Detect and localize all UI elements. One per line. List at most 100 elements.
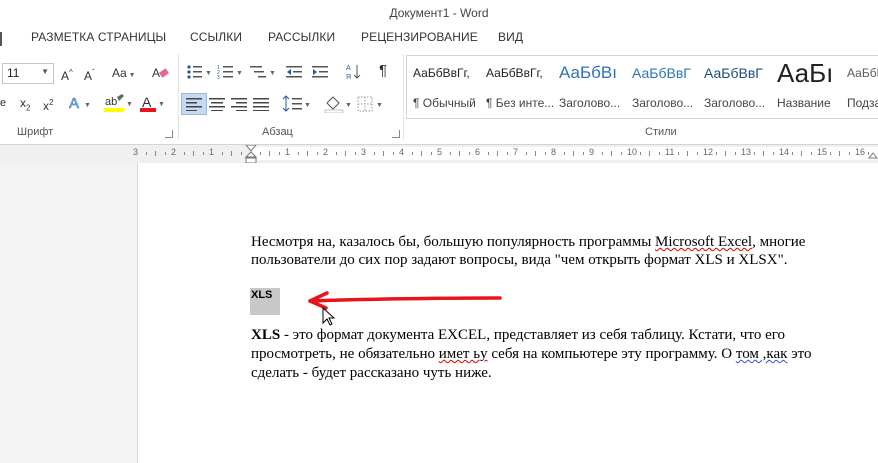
ruler-tick <box>316 152 318 155</box>
ruler-tick <box>335 152 337 155</box>
tab-home-edge[interactable] <box>0 32 5 46</box>
styles-gallery: АаБбВвГг, ¶ Обычный АаБбВвГг, ¶ Без инте… <box>406 55 878 119</box>
align-left-button[interactable] <box>181 93 207 115</box>
font-dialog-launcher-icon[interactable] <box>165 130 173 138</box>
right-indent-marker-icon[interactable] <box>868 151 878 159</box>
heading-text: XLS <box>251 289 273 301</box>
style-preview: АаБбВвГ <box>704 65 763 81</box>
ruler-number: 5 <box>437 147 443 157</box>
ruler-tick <box>259 152 261 155</box>
ruler-tick <box>582 152 584 155</box>
subscript-button[interactable]: x2 <box>20 95 30 116</box>
ruler-tick <box>269 151 270 156</box>
strike-fragment-icon[interactable]: e <box>0 95 6 111</box>
multilevel-list-button[interactable]: ▼ <box>250 64 278 84</box>
paragraph-dialog-launcher-icon[interactable] <box>392 130 400 138</box>
bullets-button[interactable]: ▼ <box>186 64 214 84</box>
paragraph-2-line-3[interactable]: сделать - будет рассказано чуть ниже. <box>251 364 492 382</box>
ruler-tick <box>734 152 736 155</box>
justify-button[interactable] <box>252 97 270 115</box>
ruler-tick <box>829 152 831 155</box>
ruler-number: 3 <box>361 147 367 157</box>
text-run: - это формат документа EXCEL, представля… <box>280 327 786 343</box>
ruler-tick <box>468 152 470 155</box>
horizontal-ruler[interactable]: 3 2 1 1 2 3 4 5 6 7 8 9 10 11 12 13 14 15 16 <box>0 145 878 165</box>
styles-group-label: Стили <box>645 126 677 138</box>
tab-page-layout[interactable]: РАЗМЕТКА СТРАНИЦЫ <box>31 30 166 44</box>
ruler-tick <box>525 152 527 155</box>
borders-button[interactable]: ▼ <box>357 95 387 117</box>
shrink-font-button[interactable]: Aˇ <box>84 65 95 84</box>
superscript-button[interactable]: x2 <box>43 95 53 114</box>
font-color-button[interactable]: A ▼ <box>140 94 166 116</box>
tab-mailings[interactable]: РАССЫЛКИ <box>268 30 335 44</box>
align-right-icon <box>231 98 247 112</box>
style-title[interactable]: АаБı Название <box>777 56 845 116</box>
ruler-tick <box>231 151 232 156</box>
style-heading-1[interactable]: АаБбВı Заголово... <box>559 56 629 116</box>
document-page[interactable] <box>138 163 878 463</box>
increase-indent-icon <box>312 66 328 78</box>
ruler-tick <box>193 151 194 156</box>
grow-font-button[interactable]: A^ <box>61 65 73 84</box>
paragraph-1-line-1[interactable]: Несмотря на, казалось бы, большую популя… <box>251 233 805 251</box>
font-size-combobox[interactable]: 11 ▼ <box>2 63 54 84</box>
ruler-number: 6 <box>475 147 481 157</box>
highlight-color-button[interactable]: ab ▼ <box>104 94 134 116</box>
ruler-tick <box>383 151 384 156</box>
ruler-tick <box>487 152 489 155</box>
style-heading-2[interactable]: АаБбВвГ Заголово... <box>632 56 702 116</box>
paragraph-1-line-2[interactable]: пользователи до сих пор задают вопросы, … <box>251 251 787 269</box>
style-preview: АаБбВвГ <box>847 66 878 80</box>
paragraph-group-label: Абзац <box>262 126 293 138</box>
svg-text:▼: ▼ <box>126 101 133 108</box>
style-subtitle[interactable]: АаБбВвГ Подза <box>847 56 878 116</box>
clear-formatting-button[interactable]: A <box>151 64 171 84</box>
group-separator <box>403 54 404 140</box>
sort-button[interactable]: АЯ <box>346 63 362 85</box>
ruler-number: 1 <box>209 147 215 157</box>
ruler-number: 16 <box>855 147 866 157</box>
svg-text:▼: ▼ <box>345 102 352 109</box>
text-effects-icon: A ▼ <box>69 95 91 113</box>
increase-indent-button[interactable] <box>312 64 330 84</box>
justify-icon <box>253 98 269 112</box>
svg-text:A: A <box>152 66 160 80</box>
ruler-number: 14 <box>779 147 790 157</box>
ruler-tick <box>497 151 498 156</box>
style-heading-3[interactable]: АаБбВвГ Заголово... <box>704 56 774 116</box>
paragraph-2-line-1[interactable]: XLS - это формат документа EXCEL, предст… <box>251 326 785 344</box>
style-normal[interactable]: АаБбВвГг, ¶ Обычный <box>413 56 483 116</box>
align-right-button[interactable] <box>230 97 248 115</box>
tab-review[interactable]: РЕЦЕНЗИРОВАНИЕ <box>361 30 478 44</box>
decrease-indent-icon <box>286 66 302 78</box>
ruler-tick <box>611 151 612 156</box>
ribbon: 11 ▼ A^ Aˇ Aa ▼ A e x2 x2 A ▼ ab ▼ A ▼ Шриф… <box>0 50 878 145</box>
pilcrow-icon[interactable]: ¶ <box>379 63 387 79</box>
style-preview: АаБбВвГ <box>632 65 691 81</box>
ruler-tick <box>183 152 185 155</box>
ruler-number: 2 <box>171 147 177 157</box>
ruler-number: 11 <box>665 147 675 157</box>
ruler-tick <box>297 152 299 155</box>
align-center-button[interactable] <box>208 97 226 115</box>
line-spacing-button[interactable]: ▼ <box>282 95 312 117</box>
decrease-indent-button[interactable] <box>286 64 304 84</box>
selected-heading[interactable]: XLS <box>250 288 280 315</box>
tab-references[interactable]: ССЫЛКИ <box>190 30 242 44</box>
text-run: просмотреть, не обязательно <box>251 346 439 362</box>
title-bar: Документ1 - Word <box>0 0 878 26</box>
numbering-button[interactable]: 1 2 3 ▼ <box>217 64 245 84</box>
chevron-down-icon: ▼ <box>41 67 49 76</box>
ruler-number: 7 <box>513 147 519 157</box>
svg-text:▼: ▼ <box>376 102 383 109</box>
style-no-spacing[interactable]: АаБбВвГг, ¶ Без инте... <box>486 56 556 116</box>
paragraph-2-line-2[interactable]: просмотреть, не обязательно имет ьу себя… <box>251 345 811 363</box>
change-case-button[interactable]: Aa ▼ <box>112 65 136 84</box>
shading-button[interactable]: ▼ <box>324 95 354 117</box>
indent-marker-icon[interactable] <box>245 145 257 165</box>
text-effects-button[interactable]: A ▼ <box>69 94 95 116</box>
ruler-number: 2 <box>323 147 329 157</box>
svg-text:▼: ▼ <box>304 102 311 109</box>
tab-view[interactable]: ВИД <box>498 30 523 44</box>
